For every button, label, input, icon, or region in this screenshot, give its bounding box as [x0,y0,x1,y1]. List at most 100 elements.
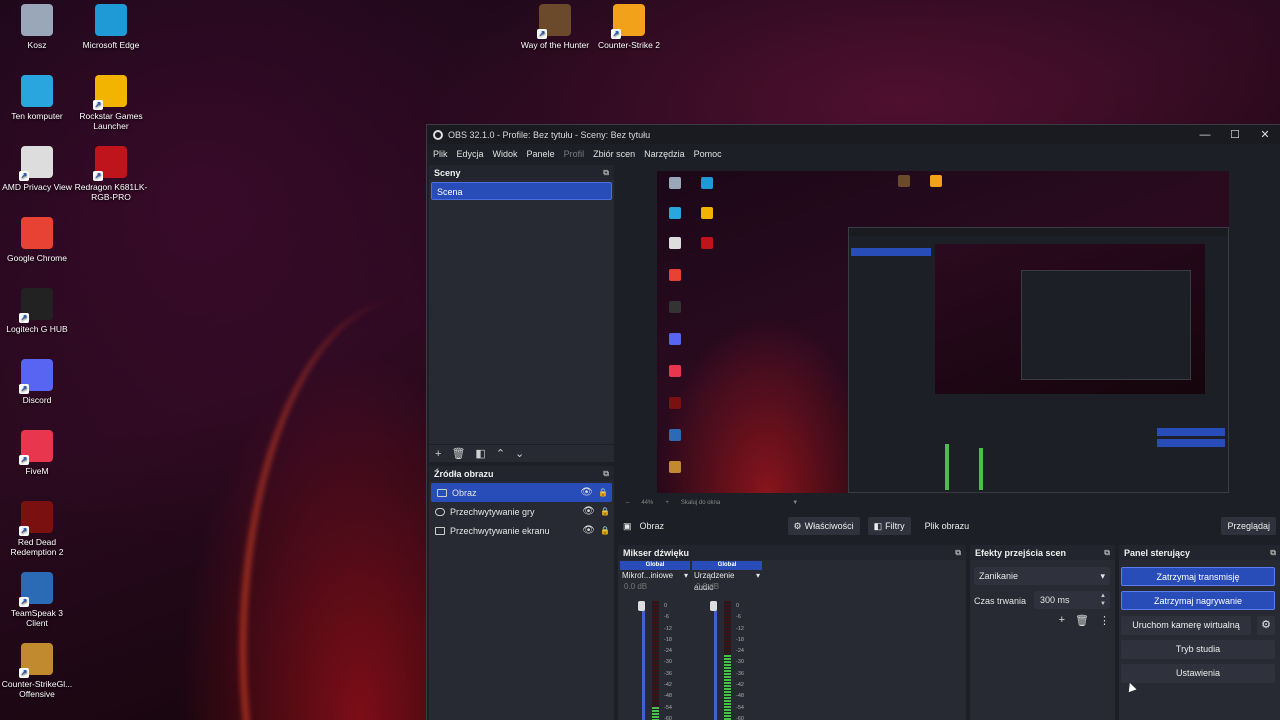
desktop-icon[interactable]: Logitech G HUB [0,288,74,334]
mini-rdr2-icon [669,397,681,409]
undock-icon[interactable]: ⧉ [955,548,961,558]
desktop-icon[interactable]: AMD Privacy View [0,146,74,192]
audio-mixer-dock: Mikser dźwięku ⧉ Global Mikrof...iniowe … [618,545,966,720]
browse-button[interactable]: Przeglądaj [1221,517,1276,535]
zoom-in-icon[interactable]: + [665,500,669,506]
chevron-down-icon[interactable]: ▼ [792,500,798,506]
menu-zbior-scen[interactable]: Zbiór scen [593,149,635,159]
trash-icon[interactable]: 🗑 [1075,614,1089,627]
desktop-icon[interactable]: Rockstar Games Launcher [74,75,148,131]
source-item[interactable]: Obraz 👁 🔒 [431,483,612,502]
menu-pomoc[interactable]: Pomoc [694,149,722,159]
visibility-eye-icon[interactable]: 👁 [582,525,595,536]
stop-recording-button[interactable]: Zatrzymaj nagrywanie [1121,591,1275,610]
desktop-icon[interactable]: Microsoft Edge [74,4,148,50]
vu-meter [652,601,659,720]
desktop-icon-label: FiveM [25,466,49,476]
desktop-icon[interactable]: Counter-Strike 2 [592,4,666,50]
desktop-icon[interactable]: Kosz [0,4,74,50]
desktop-icon[interactable]: FiveM [0,430,74,476]
menu-panele[interactable]: Panele [527,149,555,159]
desktop-icon[interactable]: Way of the Hunter [518,4,592,50]
window-title: OBS 32.1.0 - Profile: Bez tytułu - Sceny… [448,129,651,140]
volume-fader-track[interactable] [714,601,717,720]
settings-button[interactable]: Ustawienia [1121,664,1275,683]
properties-button[interactable]: ⚙ Właściwości [787,517,860,535]
zoom-out-icon[interactable]: – [626,500,629,506]
desktop-icon[interactable]: Red Dead Redemption 2 [0,501,74,557]
menu-plik[interactable]: Plik [433,149,448,159]
meter-scale-tick: -30 [736,659,744,666]
desktop-icon-label: AMD Privacy View [2,182,72,192]
source-item[interactable]: Przechwytywanie ekranu 👁 🔒 [429,521,614,540]
desktop-icon[interactable]: Redragon K681LK-RGB-PRO [74,146,148,202]
visibility-eye-icon[interactable]: 👁 [580,487,593,498]
undock-icon[interactable]: ⧉ [603,168,609,178]
redragon-icon [93,146,127,181]
menu-narzedzia[interactable]: Narzędzia [644,149,685,159]
mini-fivem-icon [669,365,681,377]
start-virtual-camera-button[interactable]: Uruchom kamerę wirtualną [1121,616,1251,635]
move-up-icon[interactable]: ⌃ [496,447,505,460]
desktop-icon[interactable]: Google Chrome [0,217,74,263]
menu-widok[interactable]: Widok [493,149,518,159]
add-icon[interactable]: + [435,448,441,460]
spin-arrows-icon[interactable]: ▲ ▼ [1100,592,1106,608]
undock-icon[interactable]: ⧉ [603,469,609,479]
zoom-level: 44% [641,500,654,506]
maximize-button[interactable]: ☐ [1220,128,1250,141]
menu-edycja[interactable]: Edycja [457,149,484,159]
source-item[interactable]: Przechwytywanie gry 👁 🔒 [429,502,614,521]
undock-icon[interactable]: ⧉ [1104,548,1110,558]
meter-scale-tick: -12 [736,625,744,632]
volume-fader-handle[interactable] [638,601,645,611]
meter-scale-tick: -36 [664,670,672,677]
add-icon[interactable]: + [1059,614,1065,627]
filters-button[interactable]: ◧ Filtry [867,517,911,535]
duration-spinbox[interactable]: 300 ms ▲ ▼ [1034,591,1110,609]
scene-item[interactable]: Scena [431,182,612,200]
filter-icon[interactable]: ◧ [475,447,485,460]
desktop-icon-label: Counter-StrikeGl... Offensive [1,679,73,699]
channel-name[interactable]: Mikrof...iniowe ▾ [620,570,690,582]
desktop-icon[interactable]: Discord [0,359,74,405]
undock-icon[interactable]: ⧉ [1270,548,1276,558]
vu-meter-fill [652,706,659,720]
mini-discord-icon [669,333,681,345]
desktop-icon[interactable]: Counter-StrikeGl... Offensive [0,643,74,699]
trash-icon[interactable]: 🗑 [451,447,465,460]
gear-icon[interactable]: ⚙ [1257,616,1275,635]
volume-fader-handle[interactable] [710,601,717,611]
edge-icon [95,4,127,36]
scale-mode-select[interactable]: Skaluj do okna [681,500,720,506]
desktop-icon[interactable]: TeamSpeak 3 Client [0,572,74,628]
lock-icon[interactable]: 🔒 [598,488,608,497]
meter-scale-tick: 0 [736,603,740,609]
chevron-down-icon[interactable]: ▾ [756,570,760,582]
title-bar[interactable]: OBS 32.1.0 - Profile: Bez tytułu - Sceny… [427,125,1280,144]
transition-select[interactable]: Zanikanie ▾ [974,567,1110,585]
transitions-title: Efekty przejścia scen [975,547,1067,558]
nested-scene-item [851,248,931,256]
studio-mode-button[interactable]: Tryb studia [1121,640,1275,659]
transition-toolbar: + 🗑 ⋮ [1059,614,1110,627]
menu-profil[interactable]: Profil [564,149,585,159]
channel-name[interactable]: Urządzenie audio ▾ [692,570,762,592]
source-list: Obraz 👁 🔒 Przechwytywanie gry 👁 🔒 Przech… [429,481,614,540]
desktop-icon[interactable]: Ten komputer [0,75,74,121]
minimize-button[interactable]: — [1190,129,1220,141]
meter-scale-tick: -18 [736,636,744,643]
more-menu-icon[interactable]: ⋮ [1099,614,1110,627]
volume-fader-track[interactable] [642,601,645,720]
lock-icon[interactable]: 🔒 [600,507,610,516]
lock-icon[interactable]: 🔒 [600,526,610,535]
move-down-icon[interactable]: ⌄ [515,447,524,460]
meter-scale-tick: -42 [664,682,672,689]
meter-scale-tick: -42 [736,682,744,689]
visibility-eye-icon[interactable]: 👁 [582,506,595,517]
close-button[interactable]: ✕ [1250,128,1280,141]
scenes-dock: Sceny ⧉ Scena + 🗑 ◧ ⌃ ⌄ [429,165,614,462]
chevron-down-icon[interactable]: ▾ [684,570,688,582]
preview-canvas[interactable] [657,171,1229,493]
stop-streaming-button[interactable]: Zatrzymaj transmisję [1121,567,1275,586]
